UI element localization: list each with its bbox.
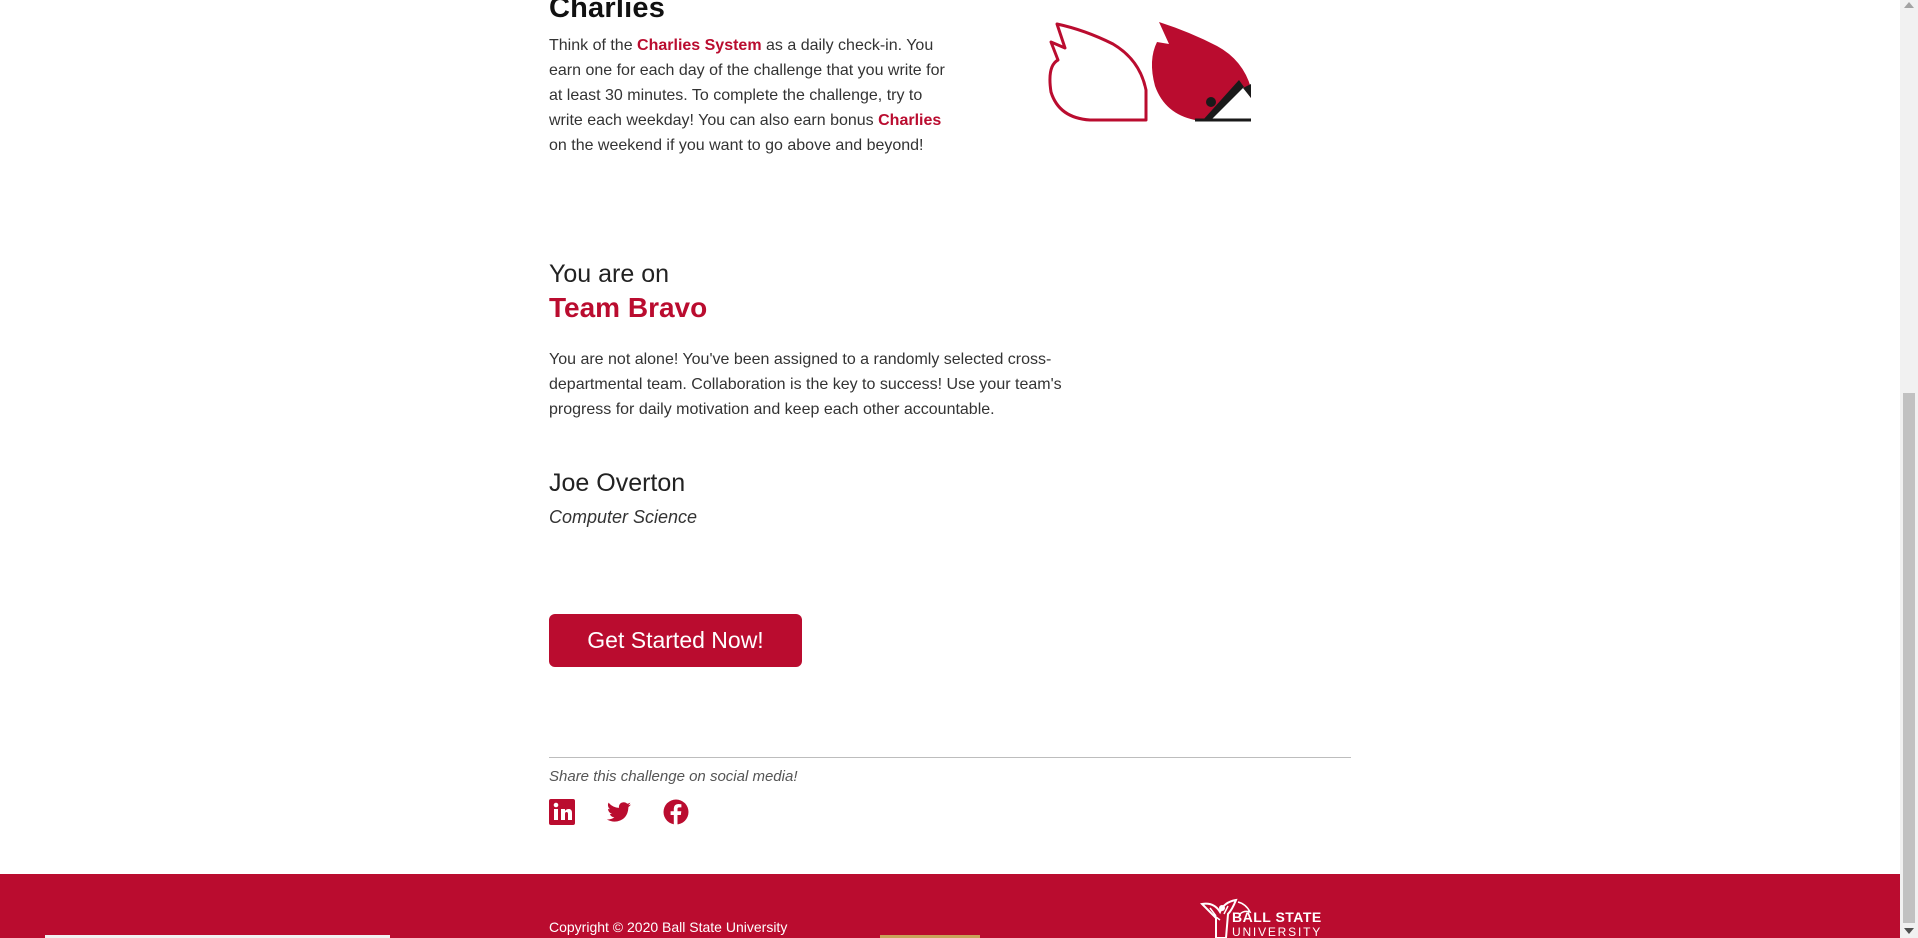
logo-subtitle: UNIVERSITY: [1232, 925, 1323, 938]
member-department: Computer Science: [549, 507, 698, 527]
team-intro: You are on: [549, 260, 670, 288]
scrollbar-thumb[interactable]: [1903, 393, 1915, 923]
scroll-up-arrow-icon[interactable]: [1904, 2, 1914, 8]
empty-cardinal-icon: [1048, 22, 1148, 122]
charlies-text-part: Think of the: [549, 37, 638, 54]
team-name: Team Bravo: [549, 292, 708, 323]
charlies-icons: [1045, 20, 1255, 135]
copyright-text: Copyright © 2020 Ball State University: [549, 919, 788, 935]
charlies-heading: Charlies: [549, 0, 666, 24]
share-prompt: Share this challenge on social media!: [549, 768, 798, 785]
linkedin-icon[interactable]: [549, 799, 575, 825]
filled-cardinal-icon: [1151, 22, 1251, 122]
charlies-system-highlight: Charlies System: [637, 37, 762, 54]
charlies-text-part: on the weekend if you want to go above a…: [549, 137, 924, 154]
logo-title: BALL STATE: [1232, 909, 1322, 925]
footer: Copyright © 2020 Ball State University B…: [0, 874, 1900, 938]
twitter-icon[interactable]: [606, 799, 632, 825]
facebook-icon[interactable]: [663, 799, 689, 825]
charlies-description: Think of the Charlies System as a daily …: [549, 33, 954, 158]
scroll-down-arrow-icon[interactable]: [1904, 928, 1914, 934]
team-description: You are not alone! You've been assigned …: [549, 351, 1062, 418]
get-started-button[interactable]: Get Started Now!: [549, 614, 802, 667]
charlies-highlight: Charlies: [878, 112, 942, 129]
page: Charlies Think of the Charlies System as…: [0, 0, 1900, 938]
member-name: Joe Overton: [549, 469, 686, 497]
cardinal-icons: [1048, 22, 1251, 122]
divider: [549, 757, 1351, 758]
